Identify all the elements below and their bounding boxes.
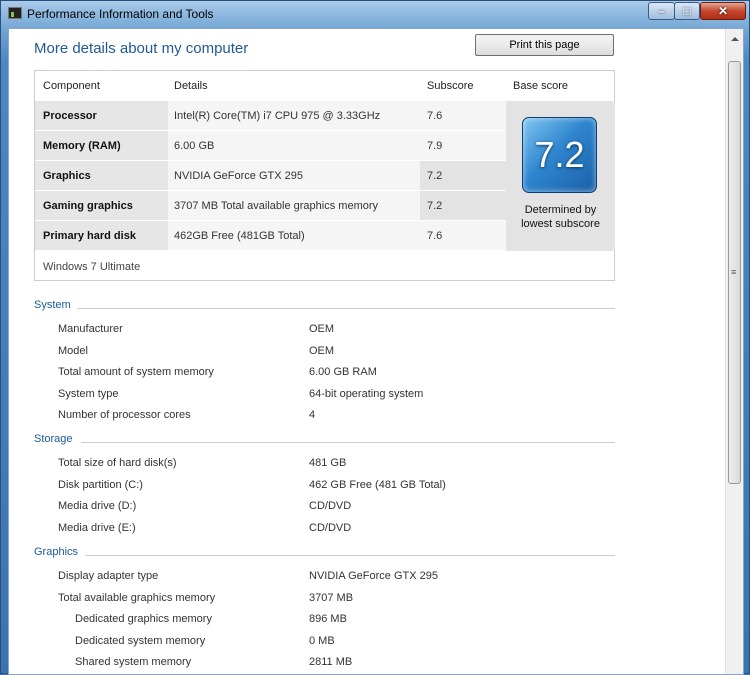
table-row: Memory (RAM) 6.00 GB 7.9 [35,131,506,161]
system-label: System type [58,388,119,400]
base-score-note-line1: Determined by [524,204,597,216]
component-details: NVIDIA GeForce GTX 295 [168,161,420,190]
system-value: OEM [309,345,335,357]
table-row: Processor Intel(R) Core(TM) i7 CPU 975 @… [35,101,506,131]
section-divider [85,555,615,556]
minimize-icon: – [658,4,665,18]
system-value: 6.00 GB RAM [309,366,377,378]
table-row: Primary hard disk 462GB Free (481GB Tota… [35,221,506,251]
component-name: Graphics [35,161,168,190]
base-score-value: 7.2 [534,134,585,175]
minimize-button[interactable]: – [648,2,675,20]
storage-label: Media drive (E:) [58,522,136,534]
section-storage-title: Storage [34,433,73,445]
storage-label: Disk partition (C:) [58,479,143,491]
graphics-label: Total available graphics memory [58,592,216,604]
system-value: OEM [309,323,335,335]
system-label: Manufacturer [58,323,123,335]
system-label: Total amount of system memory [58,366,214,378]
header-details: Details [174,80,208,92]
component-details: 462GB Free (481GB Total) [168,221,420,250]
section-graphics-title: Graphics [34,546,79,558]
section-system-title: System [34,299,71,311]
system-label: Model [58,345,88,357]
storage-label: Media drive (D:) [58,500,137,512]
component-name: Gaming graphics [35,191,168,220]
windows-edition: Windows 7 Ultimate [43,261,141,273]
graphics-value: 0 MB [309,635,335,647]
vertical-scrollbar[interactable]: ≡ [725,29,743,674]
header-subscore: Subscore [427,80,474,92]
client-area: More details about my computer Print thi… [8,28,744,675]
system-value: 4 [309,409,316,421]
table-row: Graphics NVIDIA GeForce GTX 295 7.2 [35,161,506,191]
graphics-value: NVIDIA GeForce GTX 295 [309,570,438,582]
print-page-button[interactable]: Print this page [475,34,614,56]
component-subscore: 7.6 [420,221,506,250]
graphics-label: Dedicated graphics memory [75,613,212,625]
close-button[interactable]: ✕ [700,2,746,20]
component-details: Intel(R) Core(TM) i7 CPU 975 @ 3.33GHz [168,101,420,130]
performance-app-icon [8,7,22,19]
window-title: Performance Information and Tools [27,7,214,21]
system-label: Number of processor cores [58,409,191,421]
component-details: 6.00 GB [168,131,420,160]
component-subscore: 7.6 [420,101,506,130]
details-content: More details about my computer Print thi… [9,29,725,674]
base-score-panel: 7.2 Determined by lowest subscore [506,101,615,251]
storage-value: 462 GB Free (481 GB Total) [309,479,446,491]
component-name: Memory (RAM) [35,131,168,160]
graphics-value: 2811 MB [309,656,353,668]
component-subscore: 7.2 [420,161,506,190]
header-component: Component [43,80,100,92]
scrollbar-thumb[interactable]: ≡ [728,61,741,484]
table-row: Gaming graphics 3707 MB Total available … [35,191,506,221]
storage-value: CD/DVD [309,500,352,512]
header-base-score: Base score [513,80,569,92]
grip-icon: ≡ [731,267,737,277]
graphics-value: 896 MB [309,613,347,625]
maximize-button[interactable]: □ [674,2,700,20]
graphics-label: Shared system memory [75,656,192,668]
score-table: Component Details Subscore Base score Pr… [34,70,615,281]
scroll-up-arrow-icon[interactable] [731,37,739,41]
storage-label: Total size of hard disk(s) [58,457,177,469]
graphics-label: Display adapter type [58,570,159,582]
storage-value: 481 GB [309,457,347,469]
component-name: Processor [35,101,168,130]
performance-window: Performance Information and Tools – □ ✕ … [0,0,750,675]
base-score-badge: 7.2 [522,117,597,193]
graphics-label: Dedicated system memory [75,635,206,647]
component-details: 3707 MB Total available graphics memory [168,191,420,220]
maximize-icon: □ [683,4,691,18]
component-subscore: 7.2 [420,191,506,220]
base-score-note: Determined by lowest subscore [506,203,615,231]
page-title: More details about my computer [34,40,249,57]
storage-value: CD/DVD [309,522,352,534]
system-value: 64-bit operating system [309,388,424,400]
base-score-note-line2: lowest subscore [521,218,600,230]
title-bar[interactable]: Performance Information and Tools – □ ✕ [1,1,750,27]
component-subscore: 7.9 [420,131,506,160]
graphics-value: 3707 MB [309,592,354,604]
section-divider [77,308,615,309]
component-name: Primary hard disk [35,221,168,250]
section-divider [81,442,615,443]
close-icon: ✕ [717,4,729,18]
